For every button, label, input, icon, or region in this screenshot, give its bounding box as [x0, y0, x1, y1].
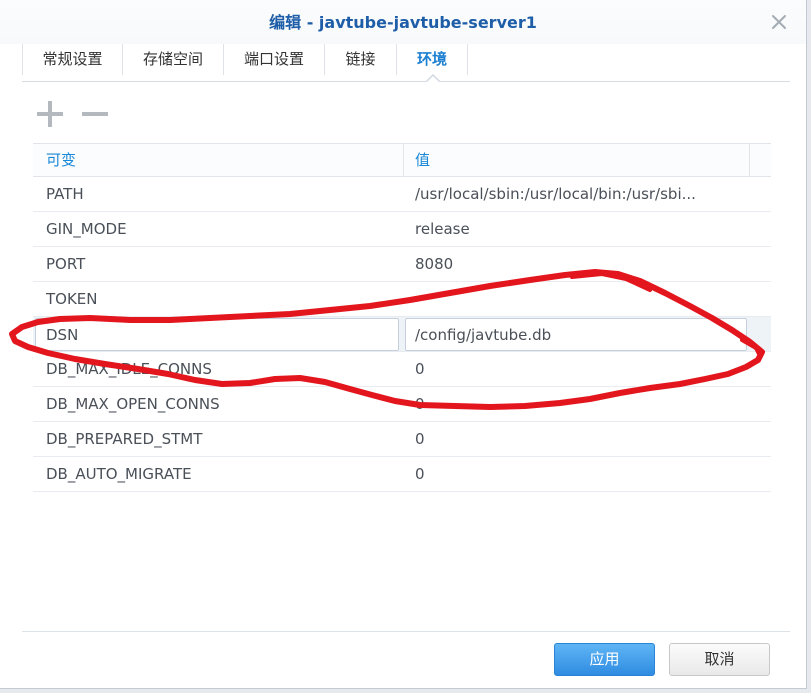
- add-variable-button[interactable]: [36, 101, 64, 127]
- variable-name-input[interactable]: [35, 318, 399, 351]
- variable-name: GIN_MODE: [46, 220, 127, 238]
- table-row[interactable]: PORT 8080: [33, 247, 771, 282]
- variable-value-input[interactable]: [405, 318, 747, 351]
- environment-variables-table: 可变 值 PATH /usr/local/sbin:/usr/local/bin…: [33, 143, 771, 492]
- tab-port-settings[interactable]: 端口设置: [224, 44, 325, 75]
- table-row[interactable]: DB_MAX_OPEN_CONNS 0: [33, 387, 771, 422]
- tab-links[interactable]: 链接: [325, 44, 397, 75]
- variable-name: DB_PREPARED_STMT: [46, 430, 203, 448]
- cancel-button[interactable]: 取消: [669, 643, 770, 676]
- apply-button[interactable]: 应用: [554, 643, 655, 676]
- table-row[interactable]: DB_AUTO_MIGRATE 0: [33, 457, 771, 492]
- column-header-value[interactable]: 值: [404, 144, 750, 176]
- edit-container-dialog: 编辑 - javtube-javtube-server1 常规设置 存储空间 端…: [0, 0, 807, 689]
- variable-value: 0: [415, 465, 425, 483]
- variable-value: /usr/local/sbin:/usr/local/bin:/usr/sbi.…: [415, 185, 696, 203]
- table-row[interactable]: PATH /usr/local/sbin:/usr/local/bin:/usr…: [33, 177, 771, 212]
- column-header-variable[interactable]: 可变: [33, 144, 404, 176]
- variable-name: DB_AUTO_MIGRATE: [46, 465, 192, 483]
- variable-value: 0: [415, 430, 425, 448]
- footer-divider: [22, 631, 790, 632]
- tab-divider: [22, 81, 790, 82]
- dialog-title: 编辑 - javtube-javtube-server1: [269, 13, 537, 32]
- tab-storage[interactable]: 存储空间: [123, 44, 224, 75]
- table-row[interactable]: TOKEN: [33, 282, 771, 317]
- variable-value: release: [415, 220, 470, 238]
- close-icon: [772, 15, 786, 29]
- variable-name: DB_MAX_IDLE_CONNS: [46, 360, 212, 378]
- table-row[interactable]: DB_PREPARED_STMT 0: [33, 422, 771, 457]
- table-row[interactable]: GIN_MODE release: [33, 212, 771, 247]
- active-tab-indicator-fill: [427, 76, 439, 82]
- variable-value: [404, 282, 771, 316]
- tab-general-settings[interactable]: 常规设置: [22, 44, 123, 75]
- variable-name: PORT: [46, 255, 86, 273]
- variable-name: PATH: [46, 185, 84, 203]
- variable-value: 0: [415, 360, 425, 378]
- tab-environment[interactable]: 环境: [397, 44, 468, 75]
- variable-name: DB_MAX_OPEN_CONNS: [46, 395, 220, 413]
- table-row[interactable]: DB_MAX_IDLE_CONNS 0: [33, 352, 771, 387]
- table-header: 可变 值: [33, 143, 771, 177]
- remove-variable-button[interactable]: [82, 101, 108, 127]
- close-button[interactable]: [771, 14, 787, 30]
- title-bar: 编辑 - javtube-javtube-server1: [0, 0, 806, 44]
- variable-name: TOKEN: [46, 290, 98, 308]
- variable-value: 0: [415, 395, 425, 413]
- table-row-editing[interactable]: [33, 317, 771, 352]
- variable-value: 8080: [415, 255, 454, 273]
- column-header-spacer: [750, 144, 771, 176]
